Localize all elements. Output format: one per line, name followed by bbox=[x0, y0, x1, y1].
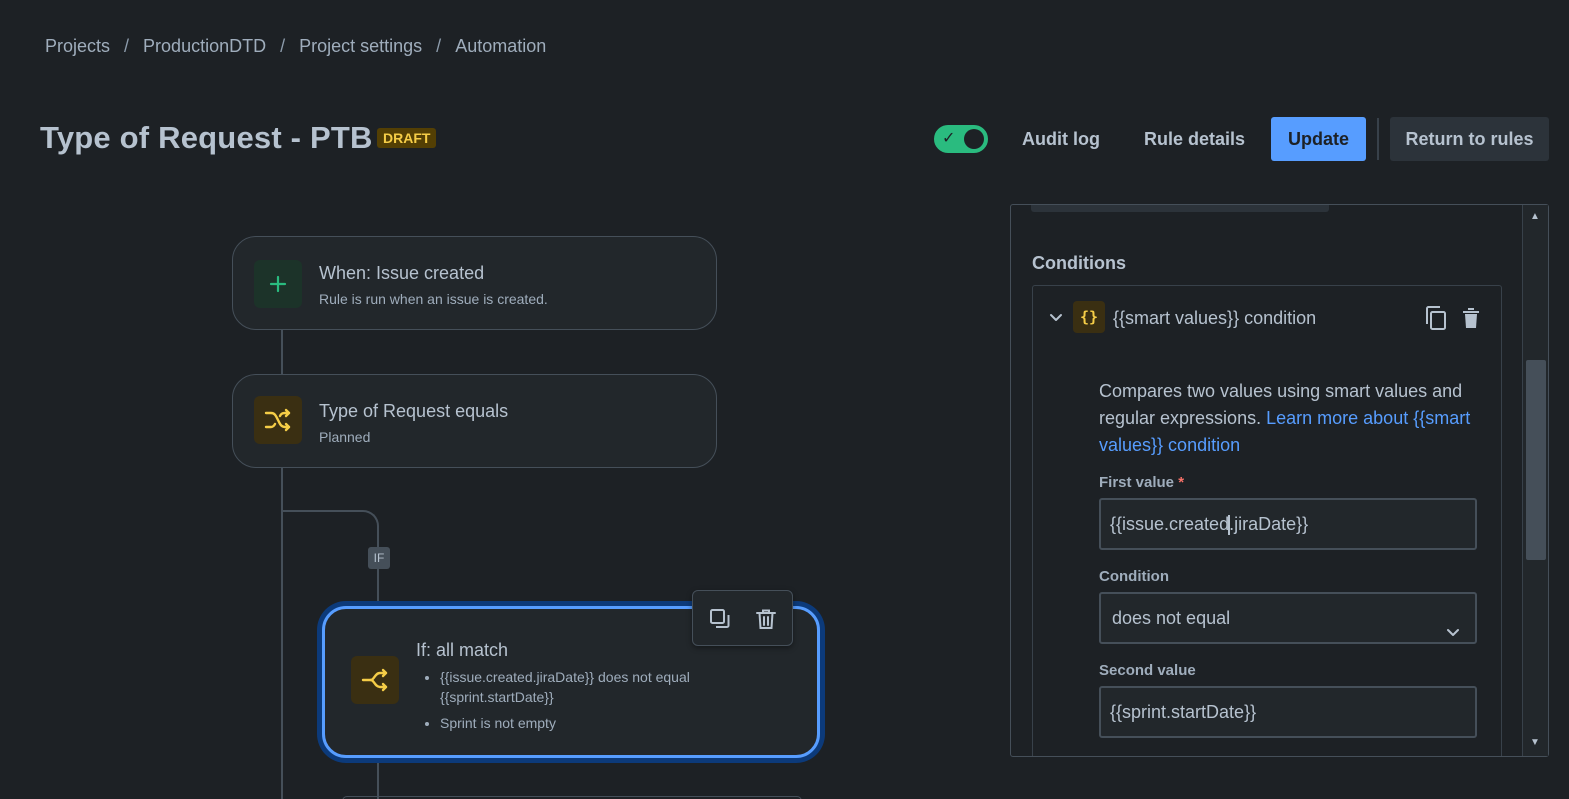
breadcrumb-separator: / bbox=[280, 36, 286, 56]
trigger-node[interactable]: When: Issue created Rule is run when an … bbox=[232, 236, 717, 330]
if-branch-tag: IF bbox=[368, 547, 390, 569]
node-toolbar bbox=[692, 590, 793, 646]
condition-node[interactable]: Type of Request equals Planned bbox=[232, 374, 717, 468]
breadcrumb-automation[interactable]: Automation bbox=[455, 36, 546, 57]
first-value-text-end: .jiraDate}} bbox=[1229, 514, 1309, 534]
breadcrumb-separator: / bbox=[436, 36, 442, 56]
smart-values-condition-card: {} {{smart values}} condition Compares t… bbox=[1032, 285, 1502, 756]
return-to-rules-button[interactable]: Return to rules bbox=[1390, 117, 1549, 161]
condition-label: Condition bbox=[1099, 568, 1169, 585]
condition-description: Compares two values using smart values a… bbox=[1099, 378, 1489, 459]
trash-icon[interactable] bbox=[1459, 305, 1483, 331]
branch-icon bbox=[351, 656, 399, 704]
page-title: Type of Request - PTB bbox=[40, 120, 373, 155]
rule-enabled-toggle[interactable]: ✓ bbox=[934, 125, 988, 153]
audit-log-button[interactable]: Audit log bbox=[1006, 117, 1116, 161]
first-value-input[interactable]: {{issue.created.jiraDate}} bbox=[1099, 498, 1477, 550]
breadcrumb-projects[interactable]: Projects bbox=[45, 36, 110, 57]
chevron-down-icon bbox=[1445, 610, 1461, 658]
condition-title: Type of Request equals bbox=[319, 401, 509, 421]
if-block-conditions: {{issue.created.jiraDate}} does not equa… bbox=[440, 667, 740, 739]
condition-subtitle: Planned bbox=[319, 429, 371, 445]
conditions-heading: Conditions bbox=[1032, 253, 1126, 273]
scrollbar-thumb[interactable] bbox=[1526, 360, 1546, 560]
smart-values-icon: {} bbox=[1073, 301, 1105, 333]
status-badge: DRAFT bbox=[377, 128, 437, 148]
copy-icon[interactable] bbox=[1423, 305, 1449, 331]
connector-line bbox=[281, 330, 283, 374]
first-value-label-text: First value bbox=[1099, 474, 1175, 491]
rule-details-button[interactable]: Rule details bbox=[1128, 117, 1261, 161]
list-item: Sprint is not empty bbox=[440, 713, 740, 733]
shuffle-icon bbox=[254, 396, 302, 444]
connector-line bbox=[377, 569, 379, 606]
condition-select[interactable]: does not equal bbox=[1099, 592, 1477, 644]
plus-icon bbox=[254, 260, 302, 308]
condition-config-panel: Conditions {} {{smart values}} condition… bbox=[1010, 204, 1549, 757]
update-button[interactable]: Update bbox=[1271, 117, 1366, 161]
second-value-input[interactable]: {{sprint.startDate}} bbox=[1099, 686, 1477, 738]
first-value-text: {{issue.created bbox=[1110, 514, 1230, 534]
trigger-title: When: Issue created bbox=[319, 263, 485, 283]
scroll-up-icon[interactable]: ▲ bbox=[1530, 211, 1540, 222]
breadcrumb-productiondtd[interactable]: ProductionDTD bbox=[143, 36, 266, 57]
branch-connector bbox=[281, 510, 379, 550]
breadcrumb-project-settings[interactable]: Project settings bbox=[299, 36, 422, 57]
chevron-down-icon[interactable] bbox=[1047, 308, 1065, 326]
second-value-label: Second value bbox=[1099, 662, 1196, 679]
connector-line bbox=[377, 760, 379, 799]
trigger-subtitle: Rule is run when an issue is created. bbox=[319, 291, 548, 307]
if-block-title: If: all match bbox=[416, 640, 509, 660]
list-item: {{issue.created.jiraDate}} does not equa… bbox=[440, 667, 740, 707]
header-divider bbox=[1377, 118, 1379, 160]
second-value-text: {{sprint.startDate}} bbox=[1110, 702, 1257, 722]
toggle-knob bbox=[964, 129, 984, 149]
breadcrumb: Projects / ProductionDTD / Project setti… bbox=[45, 36, 546, 57]
scroll-down-icon[interactable]: ▼ bbox=[1530, 737, 1540, 748]
condition-select-value: does not equal bbox=[1112, 608, 1231, 628]
panel-scrollbar[interactable]: ▲ ▼ bbox=[1522, 205, 1548, 756]
duplicate-icon[interactable] bbox=[706, 605, 734, 633]
first-value-label: First value * bbox=[1099, 474, 1184, 491]
panel-top-strip bbox=[1031, 205, 1329, 212]
trash-icon[interactable] bbox=[752, 605, 780, 633]
condition-card-title: {{smart values}} condition bbox=[1113, 308, 1317, 328]
required-mark: * bbox=[1178, 474, 1185, 491]
breadcrumb-separator: / bbox=[124, 36, 130, 56]
check-icon: ✓ bbox=[942, 130, 956, 147]
